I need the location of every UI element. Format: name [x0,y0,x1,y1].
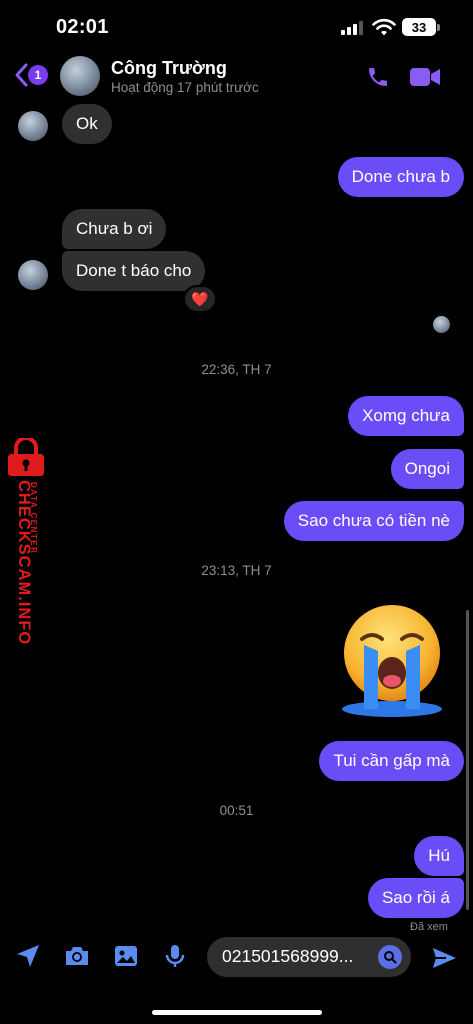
message-bubble-incoming[interactable]: Chưa b ơi [62,209,167,249]
unread-badge[interactable]: 1 [28,65,48,85]
contact-status: Hoạt động 17 phút trước [111,80,259,95]
heart-reaction[interactable]: ❤️ [183,285,217,313]
home-indicator[interactable] [152,1010,322,1015]
contact-avatar[interactable] [60,56,100,96]
search-icon[interactable] [378,945,402,969]
sender-avatar[interactable] [18,111,48,141]
contact-name[interactable]: Công Trường [111,58,227,79]
lock-icon [8,438,44,476]
message-bubble-incoming[interactable]: Ok [62,104,112,144]
message-bubble-outgoing[interactable]: Ongoi [390,449,464,489]
timestamp: 22:36, TH 7 [201,362,272,377]
sender-avatar[interactable] [18,260,48,290]
message-bubble-outgoing[interactable]: Sao rồi á [367,878,464,918]
location-icon[interactable] [14,942,42,970]
timestamp: 00:51 [219,803,254,818]
message-bubble-incoming[interactable]: Done t báo cho [62,251,206,291]
timestamp: 23:13, TH 7 [201,563,272,578]
scroll-indicator[interactable] [466,610,469,910]
loudly-crying-face-icon[interactable] [340,601,444,721]
camera-icon[interactable] [63,942,91,970]
read-receipt-avatar [433,316,450,333]
message-bubble-outgoing[interactable]: Xomg chưa [348,396,464,436]
wifi-icon [372,18,396,36]
watermark-subtext: DATA CENTER [29,482,38,555]
phone-icon[interactable] [366,65,390,89]
microphone-icon[interactable] [161,942,189,970]
gallery-icon[interactable] [112,942,140,970]
message-bubble-outgoing[interactable]: Done chưa b [337,157,464,197]
message-bubble-outgoing[interactable]: Hú [414,836,464,876]
signal-icon [341,21,365,35]
video-call-icon[interactable] [409,66,441,88]
battery-indicator: 33 [402,18,436,36]
message-bubble-outgoing[interactable]: Tui cần gấp mà [319,741,464,781]
status-time: 02:01 [56,16,109,38]
seen-label: Đã xem [410,921,448,933]
magnifier-glyph [384,951,397,964]
message-bubble-outgoing[interactable]: Sao chưa có tiền nè [283,501,464,541]
message-input-value[interactable]: 021501568999... [222,946,353,967]
send-icon[interactable] [430,944,458,972]
battery-tip [437,24,440,31]
